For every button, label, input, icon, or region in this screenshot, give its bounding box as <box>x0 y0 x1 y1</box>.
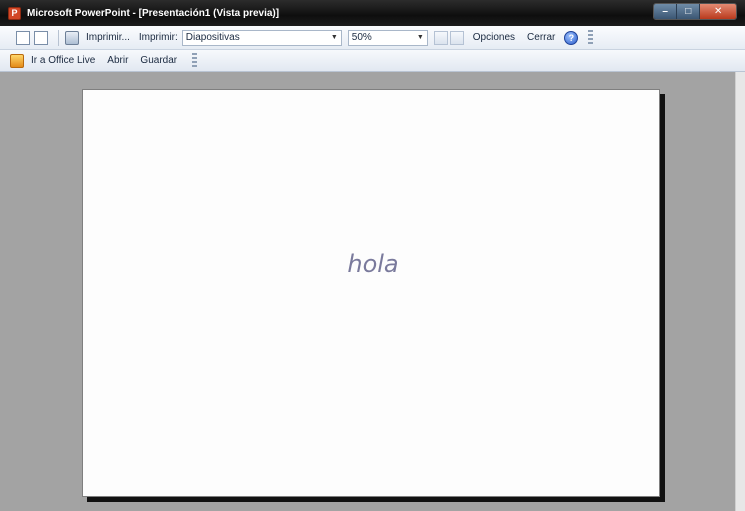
window-title: Microsoft PowerPoint - [Presentación1 (V… <box>27 7 280 19</box>
print-button[interactable]: Imprimir... <box>83 30 133 45</box>
print-icon <box>65 30 79 45</box>
toolbar-grip[interactable] <box>192 52 198 69</box>
preview-workspace: hola <box>0 72 745 511</box>
close-window-button[interactable]: ✕ <box>700 4 736 19</box>
toolbar-grip[interactable] <box>588 29 594 46</box>
print-preview-toolbar: Imprimir... Imprimir: Diapositivas ▼ 50%… <box>0 26 745 50</box>
title-bar: P Microsoft PowerPoint - [Presentación1 … <box>0 0 745 26</box>
fit-window-button[interactable] <box>433 30 448 45</box>
page-icon[interactable] <box>16 30 30 45</box>
office-live-toolbar: Ir a Office Live Abrir Guardar <box>0 50 745 72</box>
open-button[interactable]: Abrir <box>104 53 131 68</box>
powerpoint-icon[interactable]: P <box>8 6 21 20</box>
office-live-icon <box>10 53 24 68</box>
slide-preview: hola <box>82 89 660 497</box>
office-live-button[interactable]: Ir a Office Live <box>28 53 98 68</box>
print-what-select[interactable]: Diapositivas ▼ <box>181 29 342 46</box>
page-view-button[interactable] <box>449 30 464 45</box>
maximize-button[interactable]: □ <box>677 4 701 19</box>
fit-buttons <box>433 30 464 45</box>
print-preview-icon[interactable] <box>34 30 48 45</box>
chevron-down-icon: ▼ <box>416 34 424 41</box>
zoom-select[interactable]: 50% ▼ <box>347 29 428 46</box>
save-button[interactable]: Guardar <box>137 53 180 68</box>
slide-text: hola <box>347 250 399 278</box>
options-button[interactable]: Opciones <box>470 30 518 45</box>
vertical-scrollbar[interactable] <box>735 72 745 511</box>
window-controls: – □ ✕ <box>653 3 737 20</box>
toolbar-separator <box>58 29 59 46</box>
print-what-label: Imprimir: <box>138 32 178 43</box>
zoom-value: 50% <box>351 32 372 43</box>
close-preview-button[interactable]: Cerrar <box>524 30 558 45</box>
chevron-down-icon: ▼ <box>330 34 338 41</box>
minimize-button[interactable]: – <box>654 4 678 19</box>
print-what-value: Diapositivas <box>185 32 240 43</box>
help-icon[interactable]: ? <box>564 30 579 45</box>
